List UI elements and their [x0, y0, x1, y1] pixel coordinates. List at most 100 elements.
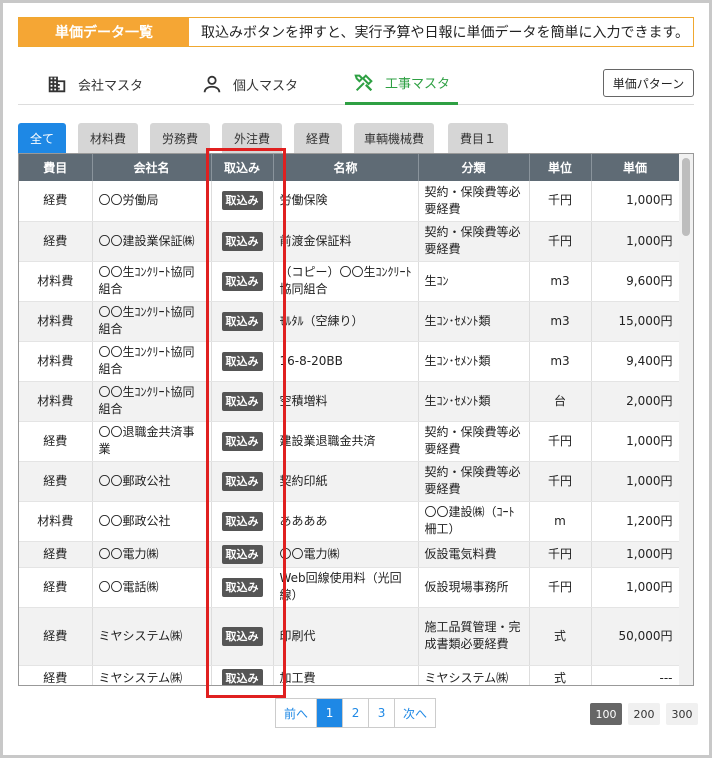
cell-company: 〇〇電力㈱ — [92, 541, 212, 568]
cell-category: 仮設電気料費 — [418, 541, 530, 568]
cell-company: 〇〇退職金共済事業 — [92, 421, 212, 462]
cell-name: 建設業退職金共済 — [273, 421, 419, 462]
next-page-button[interactable]: 次へ — [395, 699, 436, 727]
import-button[interactable]: 取込み — [221, 668, 263, 685]
cell-expense-item: 材料費 — [19, 341, 93, 382]
cell-expense-item: 経費 — [19, 541, 93, 568]
page-3-button[interactable]: 3 — [369, 699, 396, 727]
cell-import: 取込み — [211, 261, 274, 302]
cell-expense-item: 経費 — [19, 607, 93, 666]
cell-expense-item: 経費 — [19, 567, 93, 608]
cell-category: 〇〇建設㈱（ｺｰﾄ柵工） — [418, 501, 530, 542]
import-button[interactable]: 取込み — [221, 471, 263, 491]
category-all[interactable]: 全て — [18, 123, 66, 153]
cell-category: 契約・保険費等必要経費 — [418, 221, 530, 262]
import-button[interactable]: 取込み — [221, 577, 263, 597]
cell-import: 取込み — [211, 181, 274, 222]
category-expense-1[interactable]: 費目１ — [448, 123, 508, 153]
cell-category: 生ｺﾝ･ｾﾒﾝﾄ類 — [418, 341, 530, 382]
category-labor[interactable]: 労務費 — [150, 123, 210, 153]
cell-import: 取込み — [211, 301, 274, 342]
cell-category: 生ｺﾝ･ｾﾒﾝﾄ類 — [418, 301, 530, 342]
master-tabs: 会社マスタ 個人マスタ 工事マスタ 単価パターン — [18, 63, 694, 105]
cell-name: Web回線使用料（光回線） — [273, 567, 419, 608]
tab-label: 個人マスタ — [233, 78, 299, 94]
cell-unit: m3 — [529, 301, 592, 342]
table-header: 費目 会社名 取込み 名称 分類 単位 単価 — [19, 154, 680, 181]
cell-price: 2,000円 — [591, 381, 680, 422]
cell-company: 〇〇生ｺﾝｸﾘｰﾄ協同組合 — [92, 301, 212, 342]
category-outsourcing[interactable]: 外注費 — [222, 123, 282, 153]
tab-construction-master[interactable]: 工事マスタ — [345, 63, 458, 105]
category-vehicle-machine[interactable]: 車輌機械費 — [354, 123, 434, 153]
header-name: 名称 — [273, 154, 419, 181]
import-button[interactable]: 取込み — [221, 191, 263, 211]
page-2-button[interactable]: 2 — [343, 699, 370, 727]
tab-label: 工事マスタ — [385, 77, 451, 92]
cell-unit: 千円 — [529, 421, 592, 462]
cell-price: 50,000円 — [591, 607, 680, 666]
cell-name: 〇〇電力㈱ — [273, 541, 419, 568]
import-button[interactable]: 取込み — [221, 391, 263, 411]
cell-name: 契約印紙 — [273, 461, 419, 502]
building-icon — [48, 76, 66, 93]
cell-company: 〇〇生ｺﾝｸﾘｰﾄ協同組合 — [92, 381, 212, 422]
cell-unit: 式 — [529, 665, 592, 685]
cell-unit: 千円 — [529, 541, 592, 568]
page-size-selector: 100 200 300 — [590, 703, 698, 725]
table-row: 経費 ミヤシステム㈱ 取込み 印刷代 施工品質管理・完成書類必要経費式 50,000円 — [19, 607, 680, 666]
table-row: 材料費 〇〇生ｺﾝｸﾘｰﾄ協同組合 取込み 空積増料 生ｺﾝ･ｾﾒﾝﾄ類台 2,000円 — [19, 381, 680, 422]
cell-price: 1,000円 — [591, 461, 680, 502]
prev-page-button[interactable]: 前へ — [276, 699, 318, 727]
table-row: 経費 ミヤシステム㈱ 取込み 加工費 ミヤシステム㈱式 --- — [19, 665, 680, 685]
table-row: 材料費 〇〇生ｺﾝｸﾘｰﾄ協同組合 取込み 16-8-20BB 生ｺﾝ･ｾﾒﾝﾄ類 m3 9… — [19, 341, 680, 382]
import-button[interactable]: 取込み — [221, 231, 263, 251]
cell-category: ミヤシステム㈱ — [418, 665, 530, 685]
cell-import: 取込み — [211, 541, 274, 568]
table-row: 経費 〇〇郵政公社 取込み 契約印紙 契約・保険費等必要経費 千円 1,000円 — [19, 461, 680, 502]
vertical-scrollbar[interactable] — [679, 154, 693, 685]
cell-name: （コピー）〇〇生ｺﾝｸﾘｰﾄ協同組合 — [273, 261, 419, 302]
page-size-200[interactable]: 200 — [628, 703, 660, 725]
page-1-button[interactable]: 1 — [317, 699, 344, 727]
category-material[interactable]: 材料費 — [78, 123, 138, 153]
category-expenses[interactable]: 経費 — [294, 123, 342, 153]
page-size-100[interactable]: 100 — [590, 703, 622, 725]
import-button[interactable]: 取込み — [221, 311, 263, 331]
tab-person-master[interactable]: 個人マスタ — [193, 63, 306, 105]
table-row: 材料費 〇〇生ｺﾝｸﾘｰﾄ協同組合 取込み ﾓﾙﾀﾙ（空練り） 生ｺﾝ･ｾﾒﾝﾄ類 m3 1… — [19, 301, 680, 342]
cell-company: ミヤシステム㈱ — [92, 607, 212, 666]
cell-category: 施工品質管理・完成書類必要経費 — [418, 607, 530, 666]
banner-text: 取込みボタンを押すと、実行予算や日報に単価データを簡単に入力できます。 — [201, 25, 690, 41]
cell-company: 〇〇労働局 — [92, 181, 212, 222]
import-button[interactable]: 取込み — [221, 351, 263, 371]
header-price: 単価 — [591, 154, 680, 181]
cell-price: 1,000円 — [591, 567, 680, 608]
cell-import: 取込み — [211, 421, 274, 462]
cell-import: 取込み — [211, 461, 274, 502]
cell-import: 取込み — [211, 665, 274, 685]
cell-import: 取込み — [211, 501, 274, 542]
tab-company-master[interactable]: 会社マスタ — [38, 63, 151, 105]
table-row: 経費 〇〇退職金共済事業 取込み 建設業退職金共済 契約・保険費等必要経費 千円 1,000… — [19, 421, 680, 462]
cell-unit: m3 — [529, 261, 592, 302]
cell-expense-item: 経費 — [19, 461, 93, 502]
page-size-300[interactable]: 300 — [666, 703, 698, 725]
import-button[interactable]: 取込み — [221, 544, 263, 564]
cell-price: 1,000円 — [591, 181, 680, 222]
import-button[interactable]: 取込み — [221, 431, 263, 451]
cell-company: 〇〇電話㈱ — [92, 567, 212, 608]
cell-expense-item: 材料費 — [19, 261, 93, 302]
cell-name: 前渡金保証料 — [273, 221, 419, 262]
cell-price: 1,000円 — [591, 541, 680, 568]
import-button[interactable]: 取込み — [221, 271, 263, 291]
scrollbar-thumb[interactable] — [682, 158, 690, 236]
cell-import: 取込み — [211, 607, 274, 666]
header-unit: 単位 — [529, 154, 592, 181]
import-button[interactable]: 取込み — [221, 626, 263, 646]
import-button[interactable]: 取込み — [221, 511, 263, 531]
cell-category: 生ｺﾝ･ｾﾒﾝﾄ類 — [418, 381, 530, 422]
cell-category: 生ｺﾝ — [418, 261, 530, 302]
unit-price-pattern-button[interactable]: 単価パターン — [603, 69, 694, 97]
cell-price: 1,000円 — [591, 221, 680, 262]
